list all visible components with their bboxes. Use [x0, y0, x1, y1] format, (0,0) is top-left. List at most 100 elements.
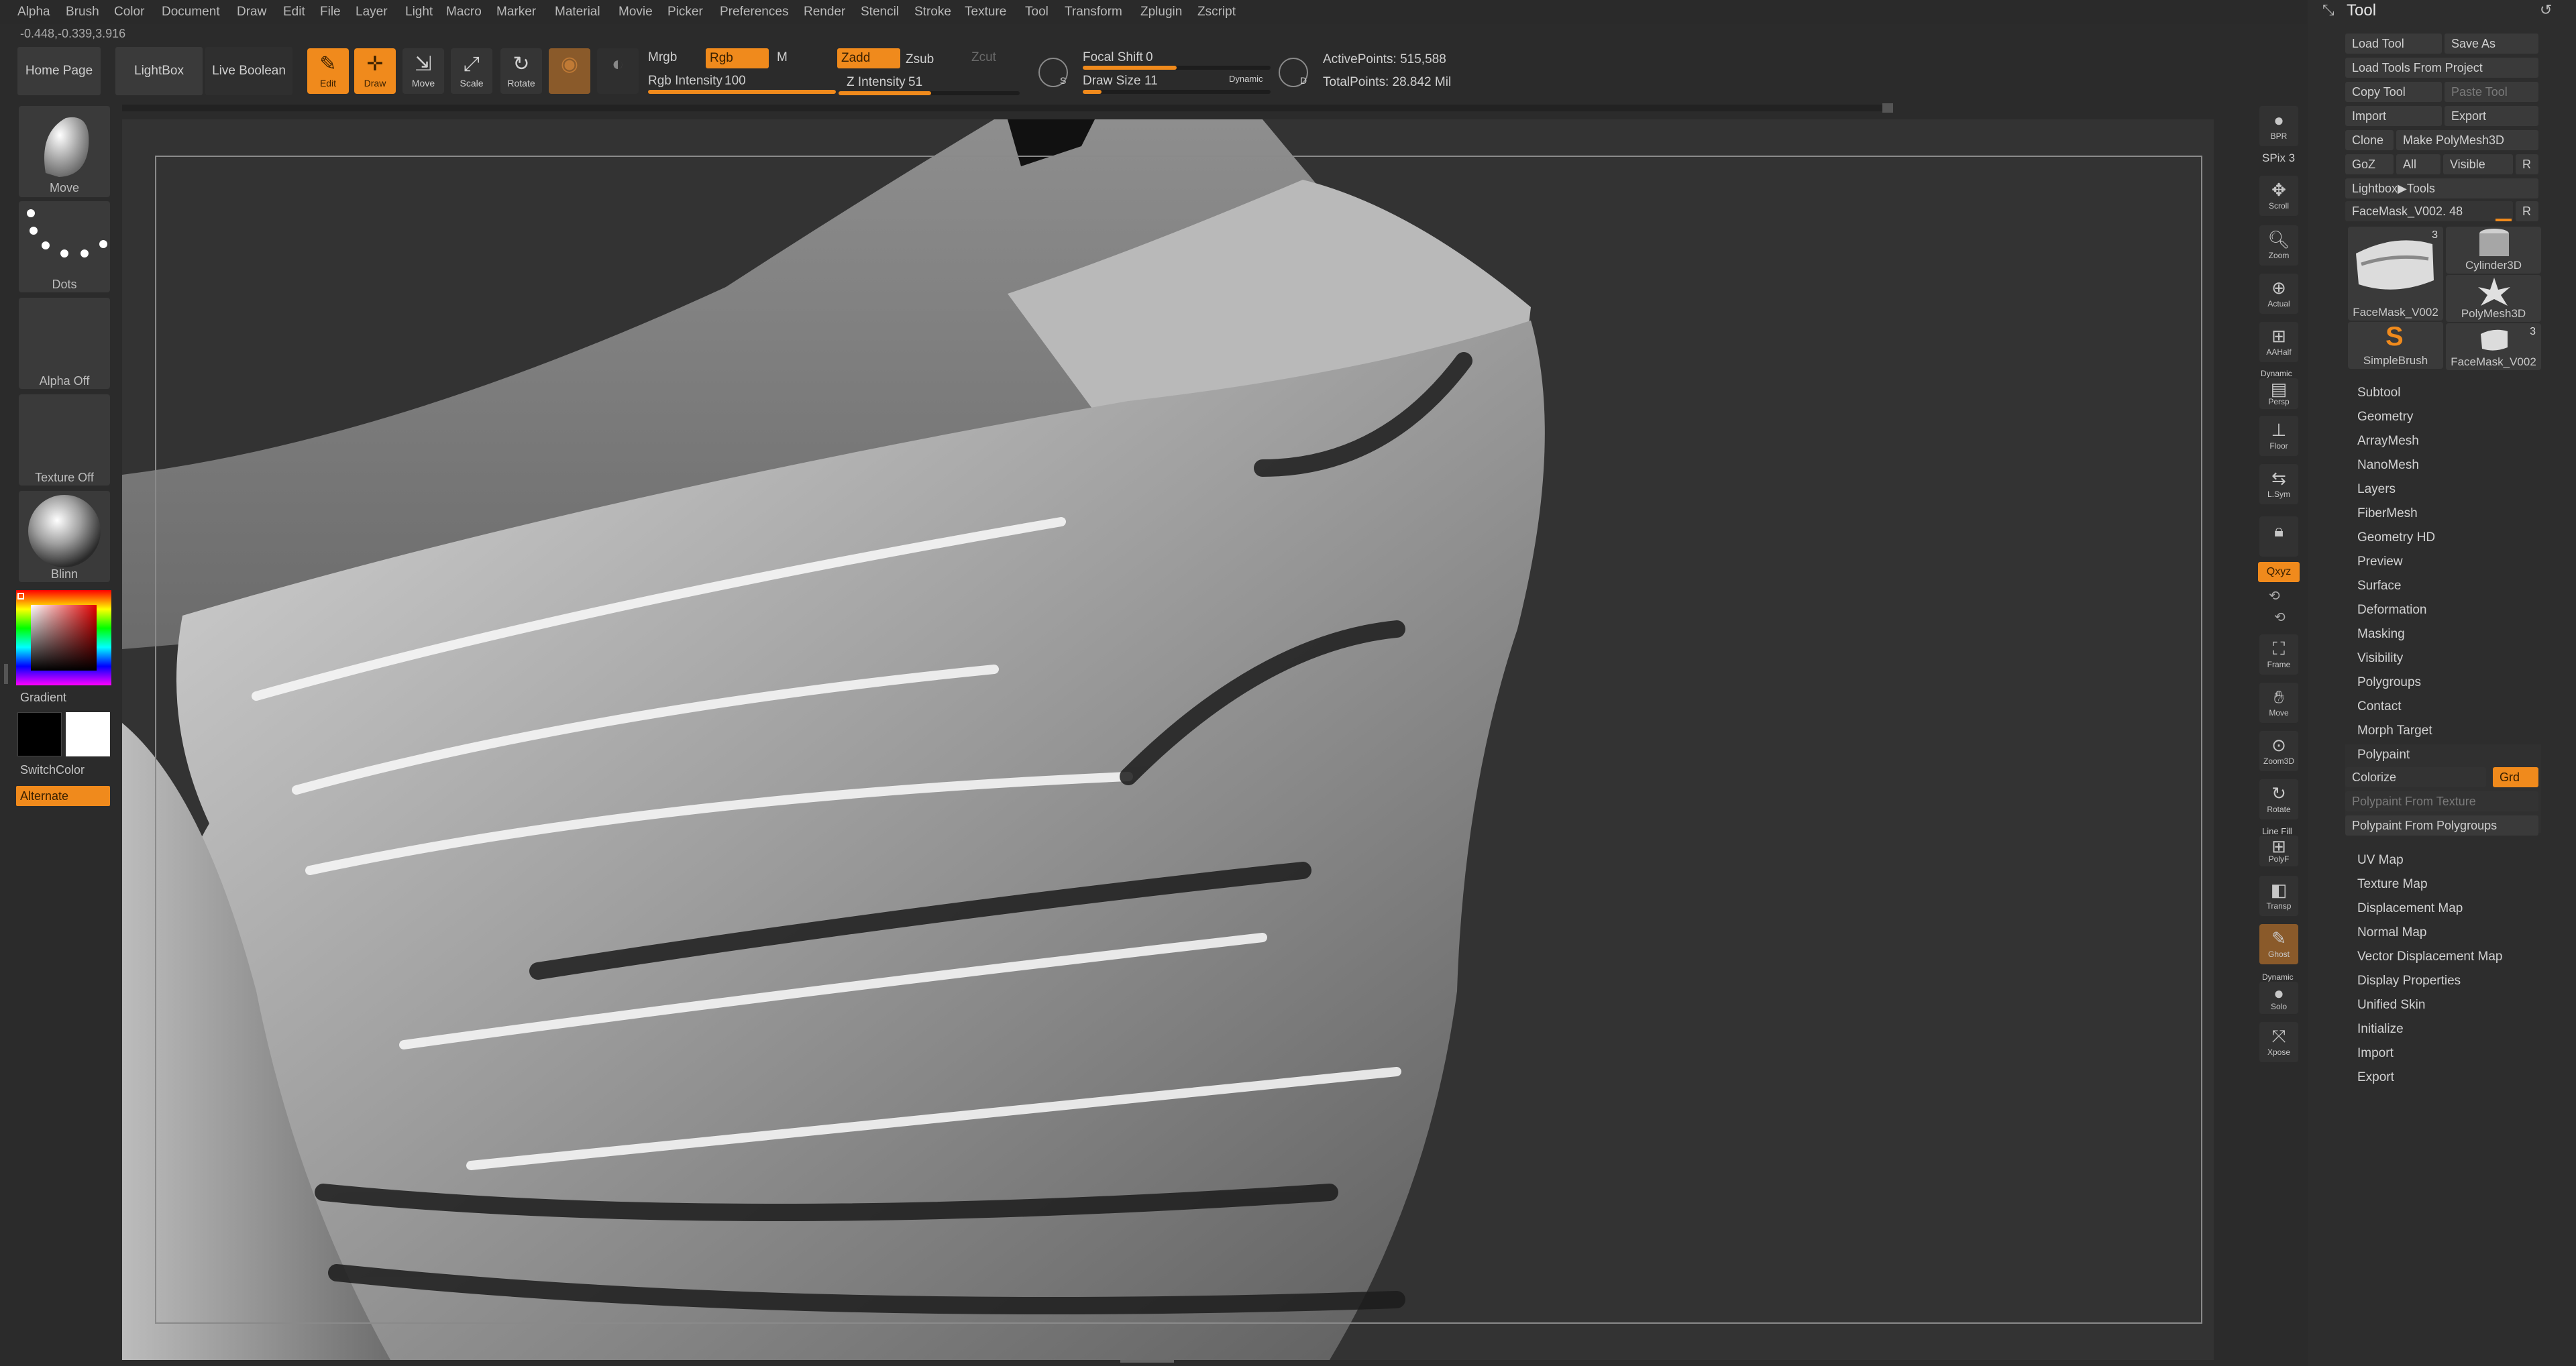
zsub-toggle[interactable]: Zsub — [906, 52, 934, 67]
initialize-section[interactable]: Initialize — [2357, 1022, 2404, 1037]
color-square[interactable] — [31, 605, 97, 671]
polypaint-from-polygroups-button[interactable]: Polypaint From Polygroups — [2345, 815, 2538, 836]
preview-section[interactable]: Preview — [2357, 555, 2403, 569]
display-properties-section[interactable]: Display Properties — [2357, 974, 2461, 988]
home-page-button[interactable]: Home Page — [17, 47, 101, 95]
lock-button[interactable]: 🔒︎ — [2259, 516, 2298, 557]
menu-brush[interactable]: Brush — [66, 0, 99, 24]
current-tool-slider[interactable]: FaceMask_V002. 48 — [2345, 201, 2513, 221]
bottom-tray-handle[interactable] — [1120, 1360, 1174, 1363]
tool-thumb-cylinder3d[interactable]: Cylinder3D — [2446, 227, 2541, 274]
vector-displacement-map-section[interactable]: Vector Displacement Map — [2357, 950, 2503, 964]
grd-toggle[interactable]: Grd — [2493, 767, 2538, 787]
menu-render[interactable]: Render — [804, 0, 845, 24]
copy-tool-button[interactable]: Copy Tool — [2345, 82, 2442, 102]
zoom-button[interactable]: 🔍︎ Zoom — [2259, 225, 2298, 266]
lsym-button[interactable]: ⇆ L.Sym — [2259, 464, 2298, 504]
zcut-toggle[interactable]: Zcut — [971, 50, 996, 65]
secondary-color-swatch[interactable] — [66, 712, 110, 756]
persp-button[interactable]: ▤ Persp — [2259, 378, 2298, 409]
polygroups-section[interactable]: Polygroups — [2357, 675, 2421, 690]
tool-thumb-simplebrush[interactable]: S SimpleBrush — [2348, 322, 2443, 369]
primary-color-swatch[interactable] — [17, 712, 62, 756]
dynamic-persp-label[interactable]: Dynamic — [2261, 369, 2292, 378]
frame-button[interactable]: ⛶ Frame — [2259, 634, 2298, 675]
polypaint-from-texture-button[interactable]: Polypaint From Texture — [2345, 791, 2538, 811]
z-intensity-slider[interactable] — [839, 91, 1020, 95]
polyf-button[interactable]: ⊞ PolyF — [2259, 836, 2298, 866]
rgb-toggle[interactable]: Rgb — [706, 48, 769, 68]
rotate-view-button[interactable]: ↻ Rotate — [2259, 779, 2298, 819]
menu-material[interactable]: Material — [555, 0, 600, 24]
xpose-button[interactable]: ⤧ Xpose — [2259, 1022, 2298, 1062]
morph-target-section[interactable]: Morph Target — [2357, 724, 2432, 738]
tool-thumb-facemask[interactable]: 3 FaceMask_V002 — [2348, 227, 2443, 321]
move-mode-button[interactable]: ⇲ Move — [402, 48, 444, 94]
menu-stencil[interactable]: Stencil — [861, 0, 899, 24]
palette-reset-icon[interactable]: ↺ — [2540, 1, 2552, 19]
alternate-button[interactable]: Alternate — [16, 786, 110, 806]
scale-mode-button[interactable]: ⤢ Scale — [451, 48, 492, 94]
floor-button[interactable]: ⊥ Floor — [2259, 416, 2298, 456]
contact-section[interactable]: Contact — [2357, 699, 2401, 714]
menu-light[interactable]: Light — [405, 0, 433, 24]
rgb-intensity-slider[interactable] — [648, 90, 836, 94]
menu-layer[interactable]: Layer — [356, 0, 388, 24]
live-boolean-button[interactable]: Live Boolean — [205, 47, 292, 95]
save-as-button[interactable]: Save As — [2445, 34, 2538, 54]
goz-visible-button[interactable]: Visible — [2443, 154, 2513, 174]
tool-thumb-polymesh3d[interactable]: PolyMesh3D — [2446, 275, 2541, 322]
goz-button[interactable]: GoZ — [2345, 154, 2394, 174]
arraymesh-section[interactable]: ArrayMesh — [2357, 434, 2419, 449]
m-toggle[interactable]: M — [777, 50, 788, 65]
menu-preferences[interactable]: Preferences — [720, 0, 788, 24]
top-scroll-handle[interactable] — [1882, 103, 1893, 113]
menu-zplugin[interactable]: Zplugin — [1140, 0, 1182, 24]
import-tool-button[interactable]: Import — [2345, 106, 2442, 126]
aahalf-button[interactable]: ⊞ AAHalf — [2259, 322, 2298, 362]
color-selector[interactable] — [17, 593, 24, 600]
menu-marker[interactable]: Marker — [496, 0, 536, 24]
line-fill-label[interactable]: Line Fill — [2262, 826, 2292, 836]
menu-edit[interactable]: Edit — [283, 0, 305, 24]
dynamic-label[interactable]: Dynamic — [1229, 74, 1263, 84]
draw-size-slider[interactable] — [1083, 90, 1271, 94]
colorize-button[interactable]: Colorize — [2345, 767, 2486, 787]
subtool-section[interactable]: Subtool — [2357, 386, 2400, 400]
top-scrollbar[interactable] — [122, 105, 1893, 111]
zadd-toggle[interactable]: Zadd — [837, 48, 900, 68]
menu-alpha[interactable]: Alpha — [17, 0, 50, 24]
solo-button[interactable]: ● Solo — [2259, 982, 2298, 1014]
edit-mode-button[interactable]: ✎ Edit — [307, 48, 349, 94]
gradient-label[interactable]: Gradient — [20, 691, 66, 705]
menu-texture[interactable]: Texture — [965, 0, 1006, 24]
focal-shift-slider[interactable] — [1083, 66, 1271, 70]
displacement-map-section[interactable]: Displacement Map — [2357, 901, 2463, 916]
texture-map-section[interactable]: Texture Map — [2357, 877, 2428, 892]
draw-mode-button[interactable]: ✛ Draw — [354, 48, 396, 94]
load-tools-from-project-button[interactable]: Load Tools From Project — [2345, 58, 2538, 78]
material-channel-button[interactable]: ◐ — [597, 48, 639, 94]
visibility-section[interactable]: Visibility — [2357, 651, 2403, 666]
scroll-button[interactable]: ✥ Scroll — [2259, 176, 2298, 216]
export-tool-button[interactable]: Export — [2445, 106, 2538, 126]
polypaint-section[interactable]: Polypaint — [2357, 748, 2410, 762]
geometry-hd-section[interactable]: Geometry HD — [2357, 530, 2435, 545]
menu-zscript[interactable]: Zscript — [1197, 0, 1236, 24]
layers-section[interactable]: Layers — [2357, 482, 2396, 497]
menu-picker[interactable]: Picker — [667, 0, 703, 24]
uv-map-section[interactable]: UV Map — [2357, 853, 2404, 868]
deformation-section[interactable]: Deformation — [2357, 603, 2427, 618]
color-picker[interactable] — [16, 590, 111, 685]
load-tool-button[interactable]: Load Tool — [2345, 34, 2442, 54]
paste-tool-button[interactable]: Paste Tool — [2445, 82, 2538, 102]
menu-macro[interactable]: Macro — [446, 0, 482, 24]
menu-document[interactable]: Document — [162, 0, 220, 24]
tool-thumb-facemask-2[interactable]: 3 FaceMask_V002 — [2446, 323, 2541, 370]
material-sphere-button[interactable]: ◉ — [549, 48, 590, 94]
rotate-y-icon[interactable]: ⟲ — [2269, 587, 2280, 604]
menu-draw[interactable]: Draw — [237, 0, 266, 24]
goz-r-button[interactable]: R — [2516, 154, 2538, 174]
document-canvas[interactable] — [122, 119, 2214, 1360]
export-section[interactable]: Export — [2357, 1070, 2394, 1085]
